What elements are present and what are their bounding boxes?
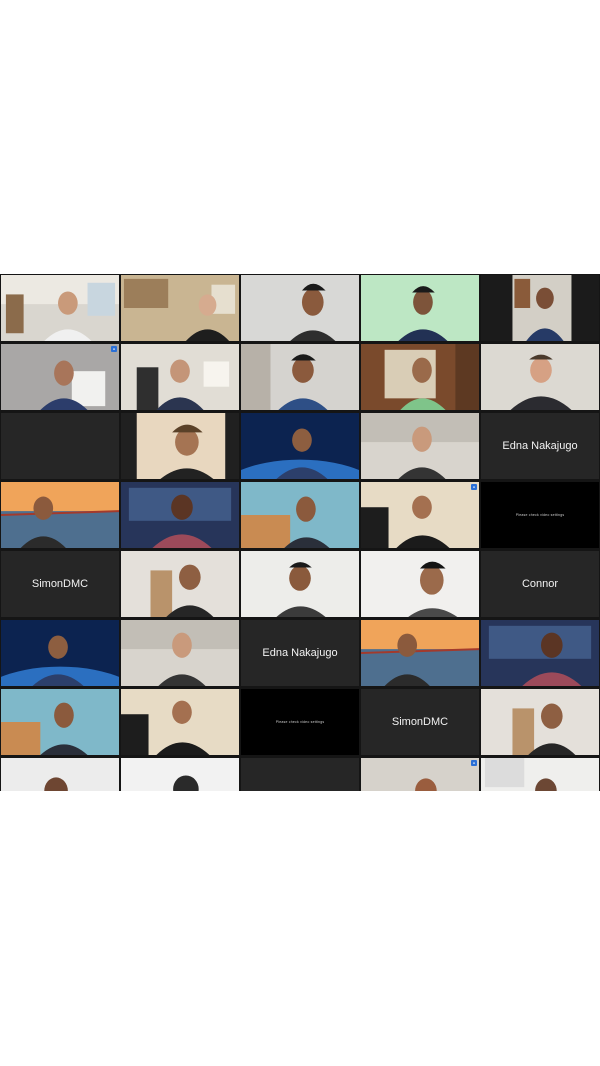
participant-video-tile[interactable]	[120, 343, 240, 411]
participant-video	[361, 344, 479, 410]
participant-video-tile[interactable]	[360, 619, 480, 687]
participant-video	[241, 344, 359, 410]
participant-video-tile[interactable]	[120, 412, 240, 480]
participant-video-tile[interactable]	[240, 274, 360, 342]
participant-name: Edna Nakajugo	[262, 647, 338, 659]
participant-video-tile[interactable]	[0, 757, 120, 791]
participant-video-off-tile[interactable]	[240, 757, 360, 791]
participant-video	[481, 758, 599, 791]
participant-video	[481, 344, 599, 410]
participant-video-tile[interactable]: ●	[360, 481, 480, 549]
participant-video	[1, 275, 119, 341]
participant-video	[361, 620, 479, 686]
participant-video	[481, 689, 599, 755]
participant-video-tile[interactable]	[240, 550, 360, 618]
participant-video-tile[interactable]	[0, 274, 120, 342]
participant-name: SimonDMC	[31, 578, 89, 590]
participant-no-video-tile[interactable]: Please check video settings	[480, 481, 600, 549]
participant-video-tile[interactable]	[120, 619, 240, 687]
participant-video-tile[interactable]	[120, 274, 240, 342]
participant-video-tile[interactable]	[480, 688, 600, 756]
participant-video	[121, 275, 239, 341]
participant-video-tile[interactable]	[120, 481, 240, 549]
video-status-text: Please check video settings	[515, 513, 565, 517]
participant-video	[481, 275, 599, 341]
participant-video-tile[interactable]	[360, 343, 480, 411]
participant-video	[1, 689, 119, 755]
participant-video-tile[interactable]	[0, 481, 120, 549]
participant-video-tile[interactable]	[360, 550, 480, 618]
participant-video-tile[interactable]	[240, 343, 360, 411]
participant-video-tile[interactable]	[480, 274, 600, 342]
participant-video-tile[interactable]	[480, 757, 600, 791]
participant-video	[121, 413, 239, 479]
participant-video	[1, 344, 119, 410]
participant-video-tile[interactable]	[240, 481, 360, 549]
participant-video	[361, 413, 479, 479]
participant-video-tile[interactable]	[480, 343, 600, 411]
participant-video	[1, 620, 119, 686]
participant-video-tile[interactable]	[0, 688, 120, 756]
participant-video	[361, 275, 479, 341]
participant-video	[241, 551, 359, 617]
participant-video	[361, 551, 479, 617]
participant-video	[241, 275, 359, 341]
participant-video-tile[interactable]	[480, 619, 600, 687]
video-grid: ● Edna Nakajugo ● Please check video set…	[0, 274, 600, 791]
participant-video-tile[interactable]	[120, 550, 240, 618]
participant-name: Edna Nakajugo	[502, 440, 578, 452]
participant-video-tile[interactable]	[240, 412, 360, 480]
participant-video-tile[interactable]	[360, 274, 480, 342]
participant-video	[1, 482, 119, 548]
participant-video-tile[interactable]	[360, 412, 480, 480]
participant-video	[361, 482, 479, 548]
participant-no-video-tile[interactable]: Please check video settings	[240, 688, 360, 756]
video-status-text: Please check video settings	[275, 720, 325, 724]
participant-name-tile[interactable]: SimonDMC	[360, 688, 480, 756]
participant-video	[121, 551, 239, 617]
recording-badge: ●	[470, 760, 477, 766]
participant-video	[121, 689, 239, 755]
participant-video	[121, 344, 239, 410]
participant-video	[481, 620, 599, 686]
participant-name-tile[interactable]: Edna Nakajugo	[480, 412, 600, 480]
participant-name-tile[interactable]: Connor	[480, 550, 600, 618]
participant-video	[121, 482, 239, 548]
participant-video	[121, 620, 239, 686]
participant-video-tile[interactable]: ●	[360, 757, 480, 791]
participant-video-tile[interactable]	[0, 619, 120, 687]
recording-badge: ●	[470, 484, 477, 490]
participant-video-tile[interactable]	[120, 688, 240, 756]
participant-name: Connor	[521, 578, 559, 590]
participant-video	[1, 758, 119, 791]
participant-video	[241, 413, 359, 479]
participant-name: SimonDMC	[391, 716, 449, 728]
participant-video	[121, 758, 239, 791]
participant-video-off-tile[interactable]	[0, 412, 120, 480]
participant-video-tile[interactable]	[120, 757, 240, 791]
participant-video-tile[interactable]: ●	[0, 343, 120, 411]
recording-badge: ●	[110, 346, 117, 352]
participant-video	[241, 482, 359, 548]
participant-name-tile[interactable]: Edna Nakajugo	[240, 619, 360, 687]
participant-name-tile[interactable]: SimonDMC	[0, 550, 120, 618]
participant-video	[361, 758, 479, 791]
